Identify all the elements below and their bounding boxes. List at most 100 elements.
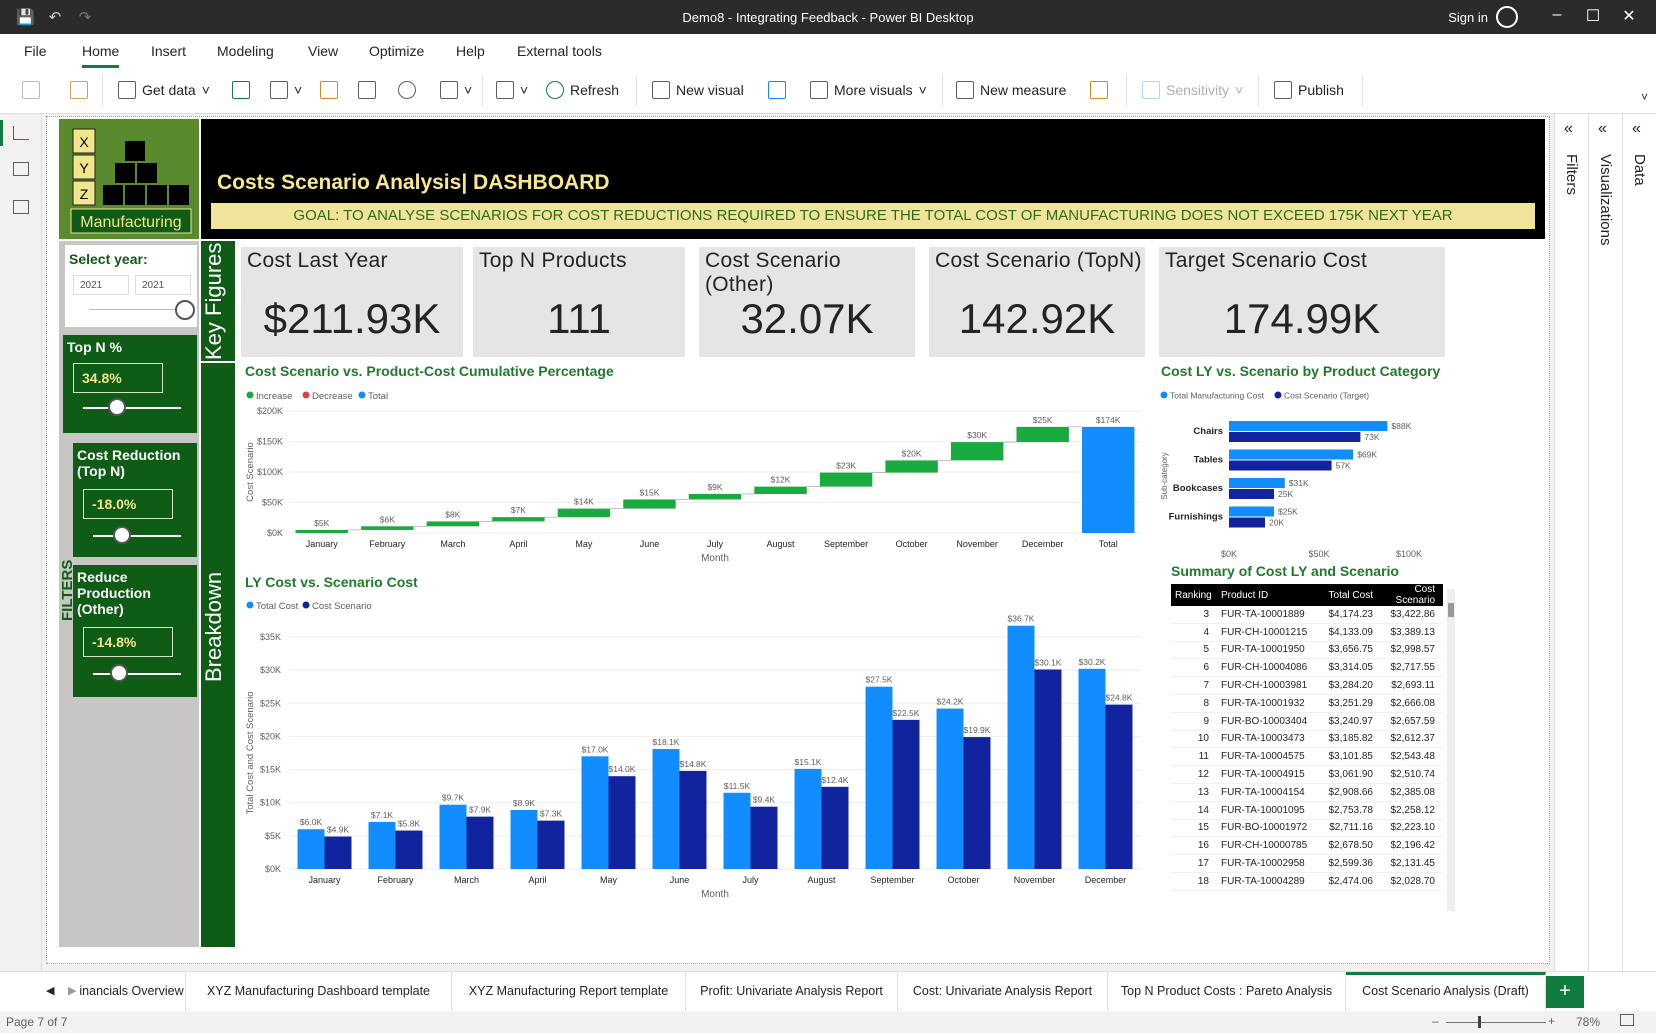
table-row[interactable]: 13 FUR-TA-10004154 $2,908.66 $2,385.08	[1171, 784, 1443, 802]
table-scrollbar-thumb[interactable]	[1448, 603, 1454, 617]
zoom-level[interactable]: 78%	[1576, 1015, 1600, 1029]
table-row[interactable]: 5 FUR-TA-10001950 $3,656.75 $2,998.57	[1171, 642, 1443, 660]
menu-insert[interactable]: Insert	[151, 43, 186, 59]
topn-slider-handle[interactable]	[108, 398, 127, 416]
table-row[interactable]: 7 FUR-CH-10003981 $3,284.20 $2,693.11	[1171, 677, 1443, 695]
column-header-product-id[interactable]: Product ID	[1215, 590, 1311, 601]
table-row[interactable]: 12 FUR-TA-10004915 $3,061.90 $2,510.74	[1171, 766, 1443, 784]
column-header-cost-scenario[interactable]: Cost Scenario	[1373, 584, 1435, 606]
menu-external-tools[interactable]: External tools	[517, 43, 602, 59]
table-row[interactable]: 15 FUR-BO-10001972 $2,711.16 $2,223.10	[1171, 820, 1443, 838]
excel-button[interactable]	[232, 81, 250, 99]
paste-button[interactable]	[22, 81, 40, 99]
refresh-button[interactable]: Refresh	[546, 81, 619, 99]
menu-home[interactable]: Home	[82, 43, 120, 68]
data-pane[interactable]: « Data	[1622, 114, 1656, 1008]
kpi-card-top-n-products[interactable]: Top N Products 111	[473, 247, 685, 357]
chevron-left-icon[interactable]: «	[1564, 120, 1573, 138]
tab-cost-univariate[interactable]: Cost: Univariate Analysis Report	[898, 972, 1108, 1011]
chevron-left-icon[interactable]: «	[1632, 120, 1641, 138]
maximize-icon[interactable]: ☐	[1578, 6, 1608, 26]
cost-reduction-input[interactable]: -18.0%	[83, 489, 173, 519]
sign-in-link[interactable]: Sign in	[1448, 10, 1488, 25]
year-to-input[interactable]: 2021	[135, 275, 191, 295]
model-view-icon[interactable]	[13, 200, 29, 214]
datahub-button[interactable]: ˅	[270, 81, 302, 99]
text-box-button[interactable]	[768, 81, 786, 99]
menu-help[interactable]: Help	[456, 43, 485, 59]
filters-pane[interactable]: « Filters	[1554, 114, 1588, 1008]
year-from-input[interactable]: 2021	[73, 275, 129, 295]
tab-profit-univariate[interactable]: Profit: Univariate Analysis Report	[686, 972, 898, 1011]
table-row[interactable]: 3 FUR-TA-10001889 $4,174.23 $3,422.86	[1171, 606, 1443, 624]
table-row[interactable]: 6 FUR-CH-10004086 $3,314.05 $2,717.55	[1171, 659, 1443, 678]
reduce-production-slider-handle[interactable]	[110, 664, 129, 682]
menu-modeling[interactable]: Modeling	[217, 43, 274, 59]
chevron-left-icon[interactable]: «	[1598, 120, 1607, 138]
visualizations-pane-label[interactable]: Visualizations	[1597, 154, 1614, 245]
summary-table[interactable]: Ranking Product ID Total Cost Cost Scena…	[1171, 584, 1443, 910]
column-header-total-cost[interactable]: Total Cost	[1311, 590, 1373, 601]
tab-top-n-pareto[interactable]: Top N Product Costs : Pareto Analysis	[1108, 972, 1346, 1011]
table-row[interactable]: 11 FUR-TA-10004575 $3,101.85 $2,543.48	[1171, 748, 1443, 767]
zoom-slider-handle[interactable]	[1478, 1016, 1481, 1028]
table-row[interactable]: 14 FUR-TA-10001095 $2,753.78 $2,258.12	[1171, 802, 1443, 820]
new-measure-button[interactable]: New measure	[956, 81, 1066, 99]
publish-button[interactable]: Publish	[1274, 81, 1344, 99]
tab-scroll-left-icon[interactable]: ◀	[46, 984, 54, 997]
monthly-bar-chart[interactable]: Total Cost Cost Scenario $0K $5K $10K $15K $20…	[241, 593, 1151, 905]
table-row[interactable]: 16 FUR-CH-10000785 $2,678.50 $2,196.42	[1171, 837, 1443, 856]
kpi-card-cost-last-year[interactable]: Cost Last Year $211.93K	[241, 247, 463, 357]
tab-xyz-report-template[interactable]: XYZ Manufacturing Report template	[452, 972, 686, 1011]
tab-financials-overview[interactable]: inancials Overview	[78, 972, 186, 1011]
visualizations-pane[interactable]: « Visualizations	[1588, 114, 1622, 1008]
table-row[interactable]: 18 FUR-TA-10004289 $2,474.06 $2,028.70	[1171, 873, 1443, 891]
data-pane-label[interactable]: Data	[1631, 154, 1648, 186]
year-slider-handle[interactable]	[175, 300, 195, 320]
dataverse-button[interactable]	[398, 81, 416, 99]
category-bar-chart[interactable]: Total Manufacturing Cost Cost Scenario (T…	[1157, 383, 1447, 560]
zoom-out-icon[interactable]: –	[1432, 1014, 1439, 1028]
tab-cost-scenario-draft[interactable]: Cost Scenario Analysis (Draft)	[1346, 972, 1546, 1011]
filters-pane-label[interactable]: Filters	[1563, 154, 1580, 195]
kpi-card-target-scenario-cost[interactable]: Target Scenario Cost 174.99K	[1159, 247, 1445, 357]
column-header-ranking[interactable]: Ranking	[1171, 590, 1215, 601]
format-painter-button[interactable]	[70, 81, 88, 99]
account-avatar-icon[interactable]	[1496, 6, 1518, 28]
tab-xyz-dashboard-template[interactable]: XYZ Manufacturing Dashboard template	[186, 972, 452, 1011]
get-data-button[interactable]: Get data ˅	[118, 81, 210, 99]
kpi-card-cost-scenario-topn[interactable]: Cost Scenario (TopN) 142.92K	[929, 247, 1145, 357]
waterfall-chart[interactable]: Increase Decrease Total $0K $50K $100K $150K $2…	[241, 383, 1151, 571]
table-row[interactable]: 9 FUR-BO-10003404 $3,240.97 $2,657.59	[1171, 713, 1443, 731]
menu-optimize[interactable]: Optimize	[369, 43, 424, 59]
reduce-production-input[interactable]: -14.8%	[83, 627, 173, 657]
table-view-icon[interactable]	[13, 162, 29, 176]
table-row[interactable]: 10 FUR-TA-10003473 $3,185.82 $2,612.37	[1171, 731, 1443, 749]
new-visual-button[interactable]: New visual	[652, 81, 744, 99]
enter-data-button[interactable]	[358, 81, 376, 99]
kpi-card-cost-scenario-other[interactable]: Cost Scenario (Other) 32.07K	[699, 247, 915, 357]
zoom-slider-track[interactable]	[1446, 1022, 1546, 1023]
collapse-ribbon-icon[interactable]: ˅	[1641, 90, 1648, 104]
minimize-icon[interactable]: –	[1542, 6, 1572, 24]
report-view-icon[interactable]	[13, 126, 29, 140]
menu-view[interactable]: View	[308, 43, 338, 59]
cost-reduction-slider-handle[interactable]	[113, 526, 132, 544]
recent-sources-button[interactable]: ˅	[440, 81, 472, 99]
menu-file[interactable]: File	[24, 43, 47, 59]
tab-scroll-right-icon[interactable]: ▶	[68, 984, 76, 997]
quick-measure-button[interactable]	[1090, 81, 1108, 99]
table-row[interactable]: 8 FUR-TA-10001932 $3,251.29 $2,666.08	[1171, 695, 1443, 713]
close-icon[interactable]: ✕	[1614, 6, 1644, 26]
topn-input[interactable]: 34.8%	[73, 363, 163, 393]
table-row[interactable]: 17 FUR-TA-10002958 $2,599.36 $2,131.45	[1171, 855, 1443, 873]
fit-to-page-icon[interactable]	[1620, 1014, 1634, 1026]
table-row[interactable]: 4 FUR-CH-10001215 $4,133.09 $3,389.13	[1171, 624, 1443, 642]
zoom-in-icon[interactable]: +	[1548, 1014, 1555, 1028]
data-label: $30K	[967, 430, 987, 440]
sql-button[interactable]	[320, 81, 338, 99]
table-scrollbar[interactable]	[1447, 589, 1455, 911]
transform-data-button[interactable]: ˅	[496, 81, 528, 99]
add-page-button[interactable]: +	[1546, 976, 1584, 1008]
more-visuals-button[interactable]: More visuals ˅	[810, 81, 927, 99]
